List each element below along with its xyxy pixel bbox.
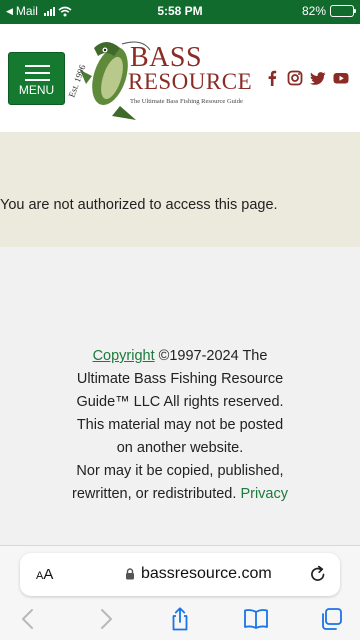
instagram-icon[interactable]	[287, 70, 303, 86]
logo-tagline: The Ultimate Bass Fishing Resource Guide	[130, 98, 243, 105]
site-header: MENU Est. 1996 BASS RESOURCE The Ultimat…	[0, 24, 360, 132]
social-links	[264, 70, 349, 86]
address-bar[interactable]: AAAA bassresource.com	[20, 553, 340, 596]
url-text: bassresource.com	[141, 565, 272, 582]
menu-button-label: MENU	[18, 83, 55, 97]
facebook-icon[interactable]	[264, 70, 280, 86]
status-bar: ◀ Mail 5:58 PM 82%	[0, 0, 360, 24]
reload-icon[interactable]	[309, 565, 327, 583]
logo-word-resource: RESOURCE	[128, 69, 253, 94]
lock-icon	[126, 568, 134, 580]
battery-icon	[330, 5, 356, 17]
browser-toolbar: AAAA bassresource.com	[0, 545, 360, 640]
battery-percent: 82%	[301, 4, 326, 18]
forward-icon[interactable]	[92, 607, 118, 631]
bookmarks-icon[interactable]	[243, 607, 269, 631]
tabs-icon[interactable]	[319, 607, 345, 631]
share-icon[interactable]	[167, 607, 193, 631]
site-logo[interactable]: Est. 1996 BASS RESOURCE The Ultimate Bas…	[66, 36, 253, 124]
text-size-button[interactable]: AAAA	[36, 566, 53, 583]
twitter-icon[interactable]	[310, 70, 326, 86]
footer-line-posting: This material may not be posted on anoth…	[76, 417, 284, 456]
privacy-link[interactable]: Privacy	[240, 486, 288, 502]
back-icon[interactable]	[16, 607, 42, 631]
unauthorized-message: You are not authorized to access this pa…	[0, 197, 278, 213]
menu-button[interactable]: MENU	[8, 52, 65, 105]
content-area: You are not authorized to access this pa…	[0, 132, 360, 247]
youtube-icon[interactable]	[333, 70, 349, 86]
copyright-link[interactable]: Copyright	[93, 348, 155, 364]
footer-copyright: Copyright ©1997-2024 The Ultimate Bass F…	[70, 345, 290, 506]
